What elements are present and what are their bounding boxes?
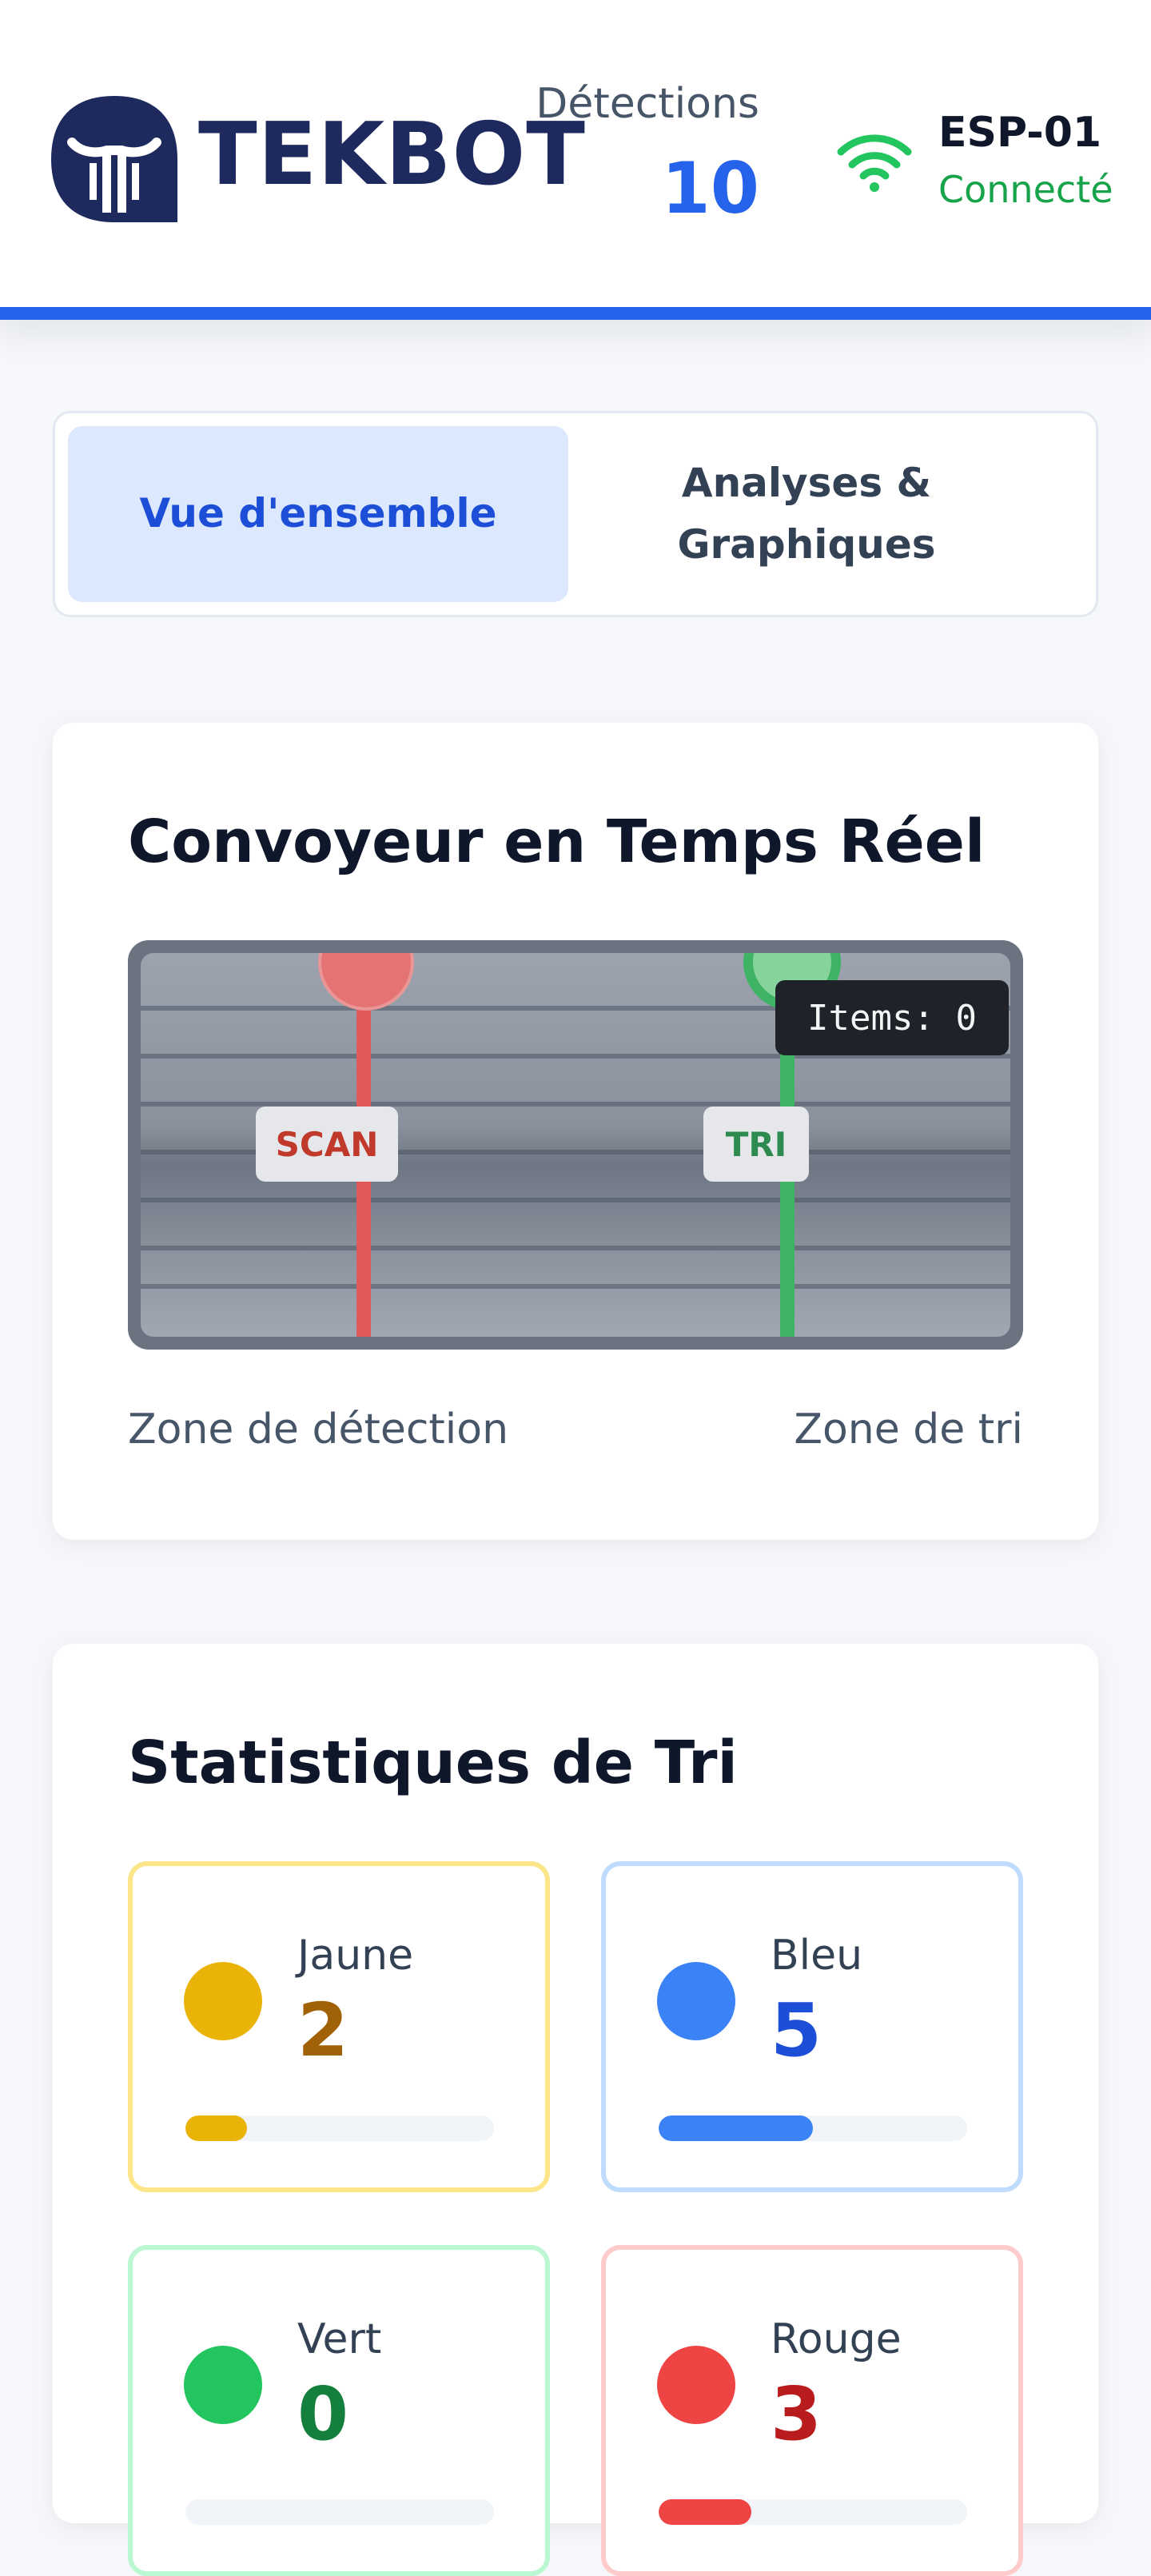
progress-fill (659, 2499, 751, 2525)
stat-label: Vert (297, 2315, 382, 2363)
blue-dot-icon (657, 1962, 735, 2040)
stats-title: Statistiques de Tri (128, 1729, 738, 1797)
stat-value: 3 (771, 2371, 822, 2457)
conveyor-visual: SCAN TRI Items: 0 (128, 940, 1023, 1350)
stat-card-yellow: Jaune 2 (128, 1861, 550, 2192)
brand-name: TEKBOT (198, 105, 586, 205)
belt-stripe (141, 1246, 1010, 1250)
progress-track (185, 2499, 494, 2525)
red-dot-icon (657, 2346, 735, 2424)
stat-card-green: Vert 0 (128, 2245, 550, 2576)
stats-card: Statistiques de Tri Jaune 2 Bleu 5 Vert … (53, 1644, 1098, 2576)
tekbot-logo-icon (51, 96, 177, 222)
app-header: TEKBOT Détections 10 ESP-01 Connecté (0, 0, 1151, 320)
items-counter: Items: 0 (775, 980, 1009, 1055)
yellow-dot-icon (184, 1962, 262, 2040)
zone-detection-caption: Zone de détection (128, 1406, 509, 1453)
tab-overview[interactable]: Vue d'ensemble (68, 426, 568, 602)
tab-bar: Vue d'ensemble Analyses & Graphiques (53, 411, 1098, 617)
progress-track (185, 2115, 494, 2141)
conveyor-title: Convoyeur en Temps Réel (128, 807, 986, 876)
device-name: ESP-01 (938, 109, 1102, 157)
scan-zone-label: SCAN (256, 1107, 398, 1182)
scan-sensor-icon (318, 953, 414, 1011)
conveyor-card: Convoyeur en Temps Réel SCAN TRI Items: … (53, 723, 1098, 1540)
stat-label: Jaune (297, 1932, 414, 1980)
sort-zone-label: TRI (703, 1107, 809, 1182)
green-dot-icon (184, 2346, 262, 2424)
stat-label: Bleu (771, 1932, 863, 1980)
stat-card-blue: Bleu 5 (601, 1861, 1023, 2192)
progress-fill (659, 2115, 813, 2141)
detections-label: Détections (536, 80, 759, 128)
stat-value: 5 (771, 1988, 822, 2073)
belt-stripe (141, 1284, 1010, 1289)
conveyor-belt: SCAN TRI Items: 0 (141, 953, 1010, 1337)
progress-fill (185, 2115, 248, 2141)
stat-label: Rouge (771, 2315, 902, 2363)
detections-count: 10 (661, 147, 759, 229)
progress-track (659, 2115, 967, 2141)
stat-value: 2 (297, 1988, 349, 2073)
stat-value: 0 (297, 2371, 349, 2457)
zone-sort-caption: Zone de tri (794, 1406, 1023, 1453)
belt-stripe (141, 1198, 1010, 1202)
connection-status: Connecté (938, 168, 1113, 211)
tab-analytics[interactable]: Analyses & Graphiques (583, 426, 1030, 602)
progress-track (659, 2499, 967, 2525)
stat-card-red: Rouge 3 (601, 2245, 1023, 2576)
wifi-icon (837, 134, 912, 192)
